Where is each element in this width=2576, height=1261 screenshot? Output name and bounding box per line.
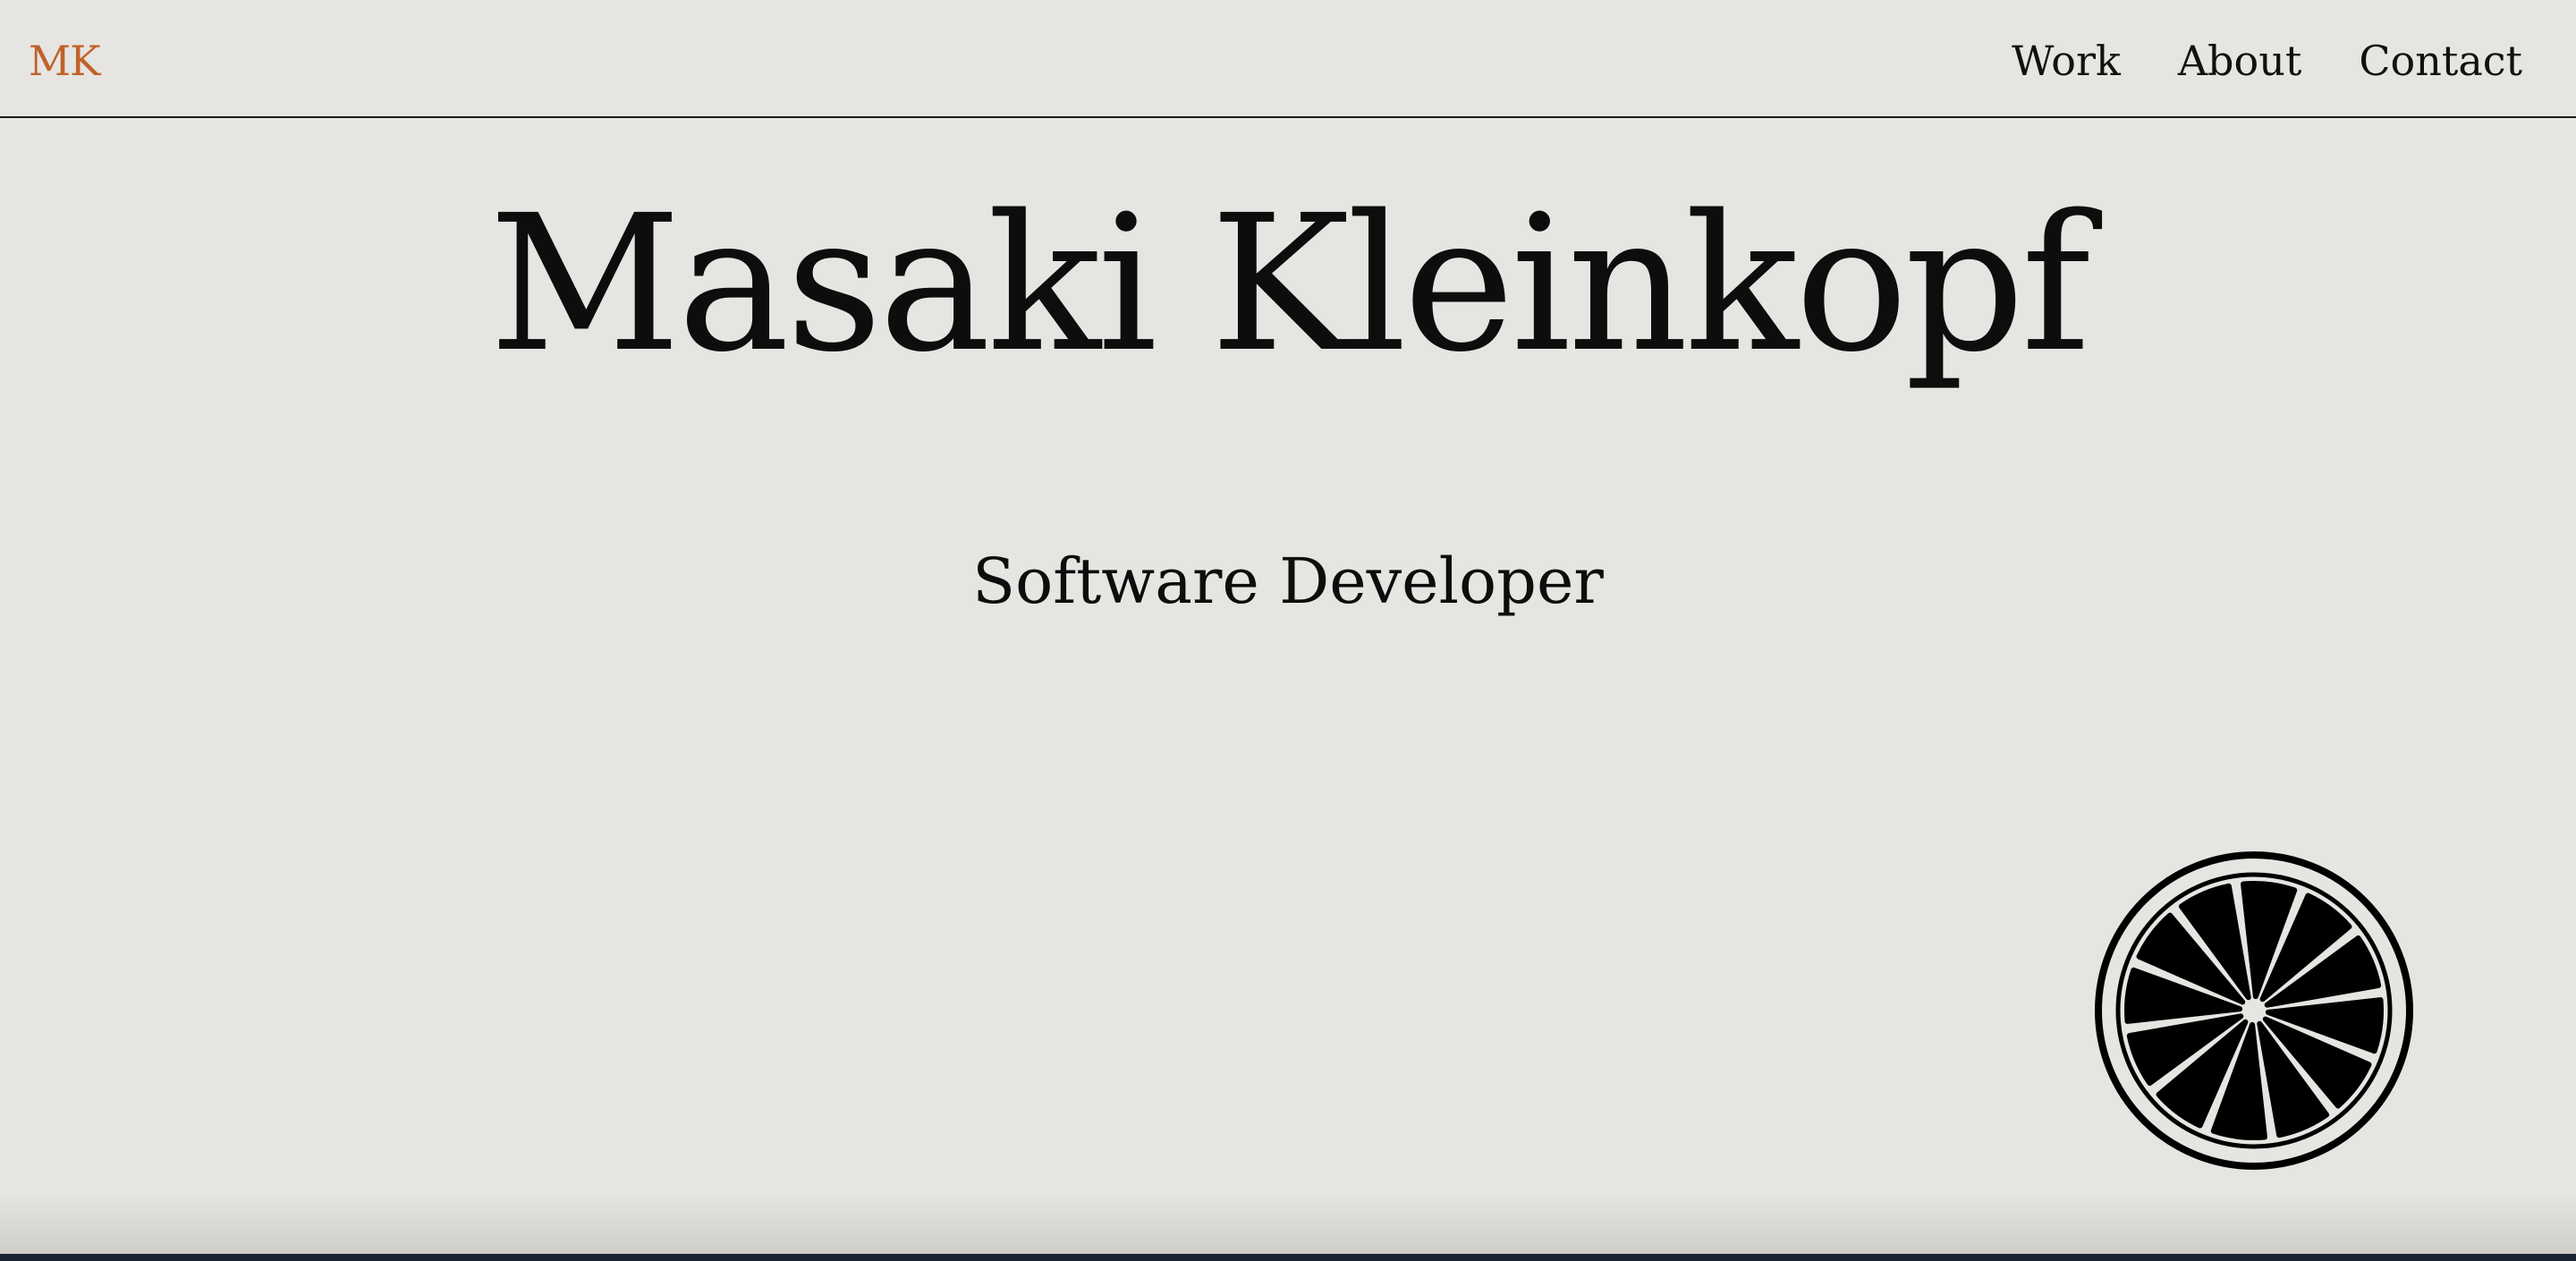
hero-name: Masaki Kleinkopf <box>488 174 2091 394</box>
top-nav-bar: MK Work About Contact <box>0 0 2576 118</box>
nav-link-contact[interactable]: Contact <box>2359 34 2522 88</box>
page: MK Work About Contact Masaki Kleinkopf S… <box>0 0 2576 1254</box>
nav-link-about[interactable]: About <box>2178 34 2301 88</box>
logo-link[interactable]: MK <box>29 34 100 88</box>
hero-role: Software Developer <box>972 545 1604 618</box>
main-nav: Work About Contact <box>2012 34 2522 88</box>
citrus-slice-icon <box>2095 851 2413 1170</box>
nav-link-work[interactable]: Work <box>2012 34 2121 88</box>
